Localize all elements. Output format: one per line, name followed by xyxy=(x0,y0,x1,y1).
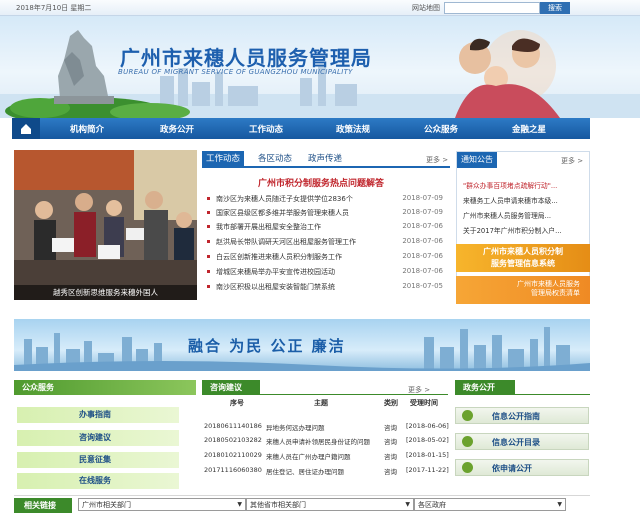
tab-gov-voice[interactable]: 政声传递 xyxy=(304,151,346,167)
nav-item-work-news[interactable]: 工作动态 xyxy=(249,123,283,135)
consult-suggest-button[interactable]: 咨询建议 xyxy=(17,430,179,446)
points-system-banner[interactable]: 广州市来穗人员积分制 服务管理信息系统 xyxy=(456,244,590,272)
consult-more-link[interactable]: 更多 > xyxy=(408,385,430,395)
news-item[interactable]: 国家区县级区都多维并举服务管理来穗人员 2018-07-09 xyxy=(207,208,443,220)
hot-topic-title[interactable]: 广州市积分制服务热点问题解答 xyxy=(258,176,384,189)
table-row[interactable]: 20180102110029 来穗人员在广州办理户籍问题 咨询 [2018-01-1… xyxy=(202,449,449,463)
nav-item-public-service[interactable]: 公众服务 xyxy=(424,123,458,135)
table-row[interactable]: 20171116060380 居住登记、居住证办理问题 咨询 [2017-11-22… xyxy=(202,464,449,478)
chevron-down-icon: ▼ xyxy=(237,501,242,508)
bullet xyxy=(207,285,210,288)
main-nav: 机构简介 政务公开 工作动态 政策法规 公众服务 金融之星 xyxy=(12,118,590,139)
gov-open-header: 政务公开 xyxy=(455,380,515,395)
notice-item[interactable]: 来穗务工人员申请来穗市本级... xyxy=(463,195,587,205)
bullet xyxy=(207,240,210,243)
apply-disclosure-icon xyxy=(462,462,473,473)
bullet xyxy=(207,225,210,228)
col-header: 类别 xyxy=(384,399,398,407)
nav-item-about[interactable]: 机构简介 xyxy=(70,123,104,135)
info-guide-icon xyxy=(462,410,473,421)
chevron-down-icon: ▼ xyxy=(557,501,562,508)
notice-item[interactable]: 广州市来穗人员服务管理局... xyxy=(463,210,587,220)
col-header: 主题 xyxy=(314,399,328,407)
tab-district-news[interactable]: 各区动态 xyxy=(254,151,296,167)
nav-item-policy[interactable]: 政策法规 xyxy=(336,123,370,135)
search-input[interactable] xyxy=(444,2,540,14)
nav-item-finance-star[interactable]: 金融之星 xyxy=(512,123,546,135)
opinion-collect-button[interactable]: 民意征集 xyxy=(17,452,179,468)
search-button[interactable]: 搜索 xyxy=(540,2,570,14)
gov-open-header-rule xyxy=(515,394,590,395)
other-provinces-select[interactable]: 其他省市相关部门 ▼ xyxy=(246,498,414,511)
col-header: 受理时间 xyxy=(410,399,438,407)
slogan-text: 融合 为民 公正 廉洁 xyxy=(188,337,346,355)
site-title: 广州市来穗人员服务管理局 xyxy=(120,46,372,70)
col-header: 序号 xyxy=(230,399,244,407)
date-text: 2018年7月10日 星期二 xyxy=(16,4,92,12)
nav-item-gov-open[interactable]: 政务公开 xyxy=(160,123,194,135)
site-subtitle-en: BUREAU OF MIGRANT SERVICE OF GUANGZHOU M… xyxy=(118,68,353,76)
feature-photo-illustration xyxy=(14,150,197,300)
news-item[interactable]: 我市部署开展出租屋安全整治工作 2018-07-06 xyxy=(207,222,443,234)
district-gov-select[interactable]: 各区政府 ▼ xyxy=(414,498,566,511)
news-tabs: 工作动态 各区动态 政声传递 更多 > xyxy=(202,151,450,168)
consult-header: 咨询建议 xyxy=(202,380,260,395)
bullet xyxy=(207,270,210,273)
feature-photo[interactable]: 越秀区创新思维服务来穗外国人 xyxy=(14,150,197,300)
info-catalog-button[interactable]: 信息公开目录 xyxy=(455,433,589,450)
bullet xyxy=(207,211,210,214)
notice-item[interactable]: 关于2017年广州市积分制入户... xyxy=(463,225,587,235)
feature-caption: 越秀区创新思维服务来穗外国人 xyxy=(14,285,197,300)
online-service-button[interactable]: 在线服务 xyxy=(17,473,179,489)
home-button[interactable] xyxy=(12,118,40,139)
header-banner: 广州市来穗人员服务管理局 BUREAU OF MIGRANT SERVICE O… xyxy=(0,16,640,118)
table-row[interactable]: 20180502103282 来穗人员申请补领居民身份证的问题 咨询 [2018-0… xyxy=(202,434,449,448)
bullet xyxy=(207,255,210,258)
home-icon xyxy=(21,124,31,134)
bullet xyxy=(207,197,210,200)
notice-header: 通知公告 xyxy=(457,152,497,168)
tab-work-news[interactable]: 工作动态 xyxy=(202,151,245,167)
service-guide-button[interactable]: 办事指南 xyxy=(17,407,179,423)
notice-more-link[interactable]: 更多 > xyxy=(561,156,583,166)
chevron-down-icon: ▼ xyxy=(405,501,410,508)
public-service-header: 公众服务 xyxy=(14,380,196,395)
apply-disclosure-button[interactable]: 依申请公开 xyxy=(455,459,589,476)
power-list-banner[interactable]: 广州市来穗人员服务 管理局权责清单 xyxy=(456,276,590,304)
city-departments-select[interactable]: 广州市相关部门 ▼ xyxy=(78,498,246,511)
news-more-link[interactable]: 更多 > xyxy=(426,155,448,165)
related-links-header: 相关链接 xyxy=(14,498,72,513)
news-item[interactable]: 南沙区积极以出租屋安装智能门禁系统 2018-07-05 xyxy=(207,282,443,294)
news-item[interactable]: 白云区创新推进来穗人员积分制服务工作 2018-07-06 xyxy=(207,252,443,264)
news-item[interactable]: 南沙区为来穗人员随迁子女提供学位2836个 2018-07-09 xyxy=(207,194,443,206)
sitemap-link[interactable]: 网站地图 xyxy=(412,3,440,13)
info-guide-button[interactable]: 信息公开指南 xyxy=(455,407,589,424)
news-item[interactable]: 赵洪局长带队调研天河区出租屋服务管理工作 2018-07-06 xyxy=(207,237,443,249)
related-links-bar: 相关链接 广州市相关部门 ▼ 其他省市相关部门 ▼ 各区政府 ▼ xyxy=(14,495,590,513)
notice-item[interactable]: "群众办事百项堵点疏解行动"... xyxy=(463,180,587,190)
top-bar: 2018年7月10日 星期二 网站地图 搜索 xyxy=(0,0,640,16)
info-catalog-icon xyxy=(462,436,473,447)
table-row[interactable]: 20180611140186 异地务何远办理问题 咨询 [2018-06-06] xyxy=(202,420,449,434)
slogan-banner: 融合 为民 公正 廉洁 xyxy=(14,319,590,371)
news-item[interactable]: 增城区来穗局举办平安宣传进校园活动 2018-07-06 xyxy=(207,267,443,279)
